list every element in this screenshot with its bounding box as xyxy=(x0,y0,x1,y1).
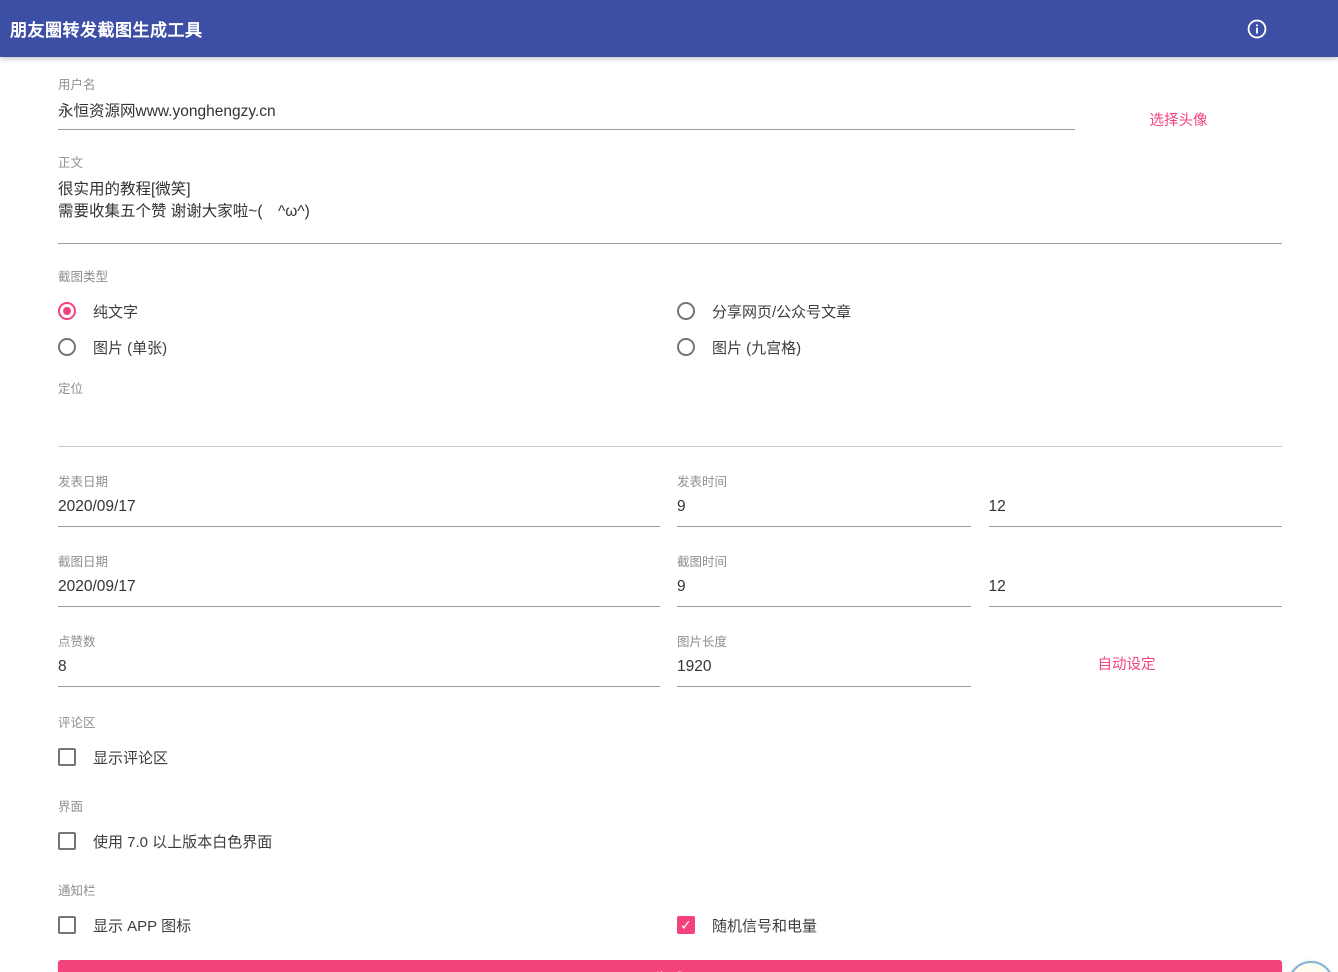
radio-icon[interactable] xyxy=(58,338,76,356)
show-app-icon-option[interactable]: ✓ 显示 APP 图标 xyxy=(58,915,677,936)
interface-group: 界面 ✓ 使用 7.0 以上版本白色界面 xyxy=(58,800,1282,855)
publish-time-field: 发表时间 xyxy=(677,475,1282,527)
radio-label: 分享网页/公众号文章 xyxy=(712,301,851,322)
username-input[interactable] xyxy=(58,93,1075,130)
location-field-group: 定位 xyxy=(58,382,1282,447)
body-textarea[interactable]: 很实用的教程[微笑] 需要收集五个赞 谢谢大家啦~( ^ω^) xyxy=(58,171,1282,244)
publish-date-field: 发表日期 xyxy=(58,475,660,527)
publish-date-input[interactable] xyxy=(58,490,660,527)
check-icon: ✓ xyxy=(680,918,692,932)
app-header: 朋友圈转发截图生成工具 xyxy=(0,0,1338,57)
image-length-input[interactable] xyxy=(677,650,971,687)
capture-date-field: 截图日期 xyxy=(58,555,660,607)
random-signal-option[interactable]: ✓ 随机信号和电量 xyxy=(677,915,817,936)
radio-option-share-webpage[interactable]: 分享网页/公众号文章 xyxy=(677,301,851,322)
capture-minute-input[interactable] xyxy=(989,570,1283,607)
radio-label: 纯文字 xyxy=(93,301,138,322)
checkbox-icon[interactable]: ✓ xyxy=(58,832,76,850)
radio-option-pure-text[interactable]: 纯文字 xyxy=(58,301,677,322)
likes-row: 点赞数 图片长度 自动设定 xyxy=(58,635,1282,687)
likes-field: 点赞数 xyxy=(58,635,660,687)
comments-group: 评论区 ✓ 显示评论区 xyxy=(58,716,1282,771)
checkbox-label: 显示 APP 图标 xyxy=(93,915,191,936)
radio-label: 图片 (单张) xyxy=(93,337,167,358)
checkbox-label: 使用 7.0 以上版本白色界面 xyxy=(93,831,272,852)
location-label: 定位 xyxy=(58,382,1282,397)
interface-label: 界面 xyxy=(58,800,1282,815)
notification-label: 通知栏 xyxy=(58,884,1282,899)
show-comments-option[interactable]: ✓ 显示评论区 xyxy=(58,743,1282,771)
info-icon-glyph xyxy=(1246,18,1268,40)
publish-minute-input[interactable] xyxy=(989,490,1283,527)
capture-row: 截图日期 截图时间 xyxy=(58,555,1282,607)
white-ui-option[interactable]: ✓ 使用 7.0 以上版本白色界面 xyxy=(58,827,1282,855)
likes-label: 点赞数 xyxy=(58,635,660,650)
radio-icon[interactable] xyxy=(677,302,695,320)
location-input[interactable] xyxy=(58,397,1282,447)
username-label: 用户名 xyxy=(58,78,1282,93)
capture-date-label: 截图日期 xyxy=(58,555,660,570)
choose-avatar-button[interactable]: 选择头像 xyxy=(1150,113,1208,129)
screenshot-type-label: 截图类型 xyxy=(58,270,1282,285)
radio-icon[interactable] xyxy=(58,302,76,320)
radio-label: 图片 (九宫格) xyxy=(712,337,801,358)
capture-time-label: 截图时间 xyxy=(677,555,1282,570)
publish-hour-input[interactable] xyxy=(677,490,971,527)
checkbox-label: 随机信号和电量 xyxy=(712,915,817,936)
checkbox-label: 显示评论区 xyxy=(93,747,168,768)
image-length-field: 图片长度 xyxy=(677,635,971,687)
info-icon[interactable] xyxy=(1244,16,1270,42)
page-title: 朋友圈转发截图生成工具 xyxy=(10,16,203,41)
auto-set-button[interactable]: 自动设定 xyxy=(1098,653,1156,674)
notification-group: 通知栏 ✓ 显示 APP 图标 ✓ 随机信号和电量 xyxy=(58,884,1282,939)
radio-option-nine-grid[interactable]: 图片 (九宫格) xyxy=(677,337,801,358)
capture-date-input[interactable] xyxy=(58,570,660,607)
generate-button[interactable]: 生成 xyxy=(58,960,1282,972)
radio-icon[interactable] xyxy=(677,338,695,356)
radio-option-single-image[interactable]: 图片 (单张) xyxy=(58,337,677,358)
checkbox-icon[interactable]: ✓ xyxy=(58,916,76,934)
publish-row: 发表日期 发表时间 xyxy=(58,475,1282,527)
screenshot-type-group: 截图类型 纯文字 分享网页/公众号文章 图片 (单张) 图片 (九宫格) xyxy=(58,270,1282,365)
body-label: 正文 xyxy=(58,156,1282,171)
image-length-label: 图片长度 xyxy=(677,635,971,650)
publish-date-label: 发表日期 xyxy=(58,475,660,490)
body-field-group: 正文 很实用的教程[微笑] 需要收集五个赞 谢谢大家啦~( ^ω^) xyxy=(58,156,1282,244)
likes-input[interactable] xyxy=(58,650,660,687)
checkbox-icon[interactable]: ✓ xyxy=(58,748,76,766)
capture-time-field: 截图时间 xyxy=(677,555,1282,607)
publish-time-label: 发表时间 xyxy=(677,475,1282,490)
comments-label: 评论区 xyxy=(58,716,1282,731)
checkbox-icon[interactable]: ✓ xyxy=(677,916,695,934)
username-field-group: 用户名 选择头像 xyxy=(58,78,1282,130)
capture-hour-input[interactable] xyxy=(677,570,971,607)
